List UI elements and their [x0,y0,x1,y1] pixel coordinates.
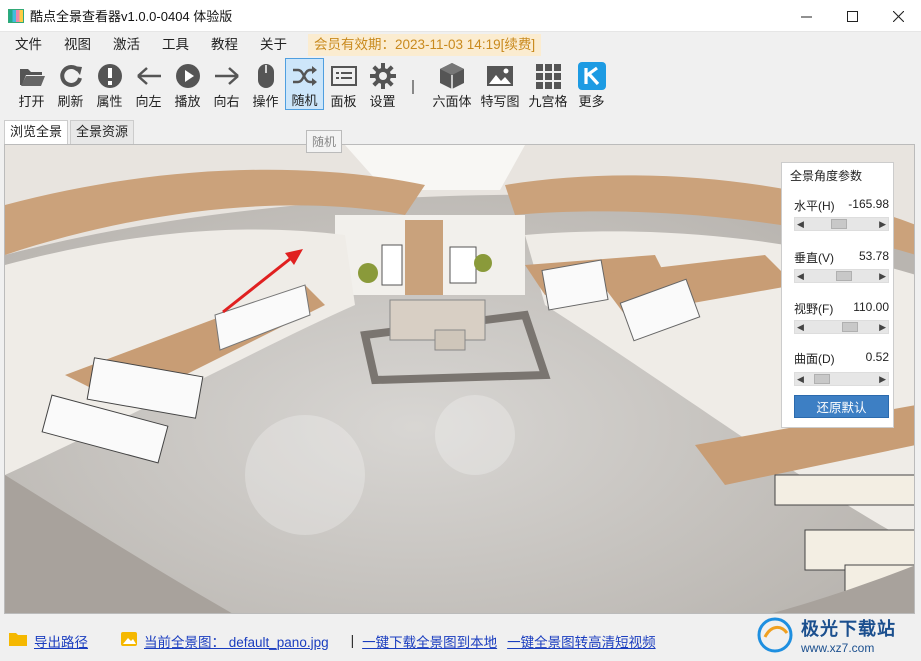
download-panorama-link[interactable]: 一键下载全景图到本地 [362,631,497,651]
window-controls [783,0,921,32]
param-label: 垂直(V) [794,251,834,265]
arrow-right-icon[interactable]: ▶ [879,270,886,283]
image-icon [120,631,138,650]
param-vertical: 垂直(V) 53.78 [794,249,889,266]
tooltip: 随机 [306,130,343,153]
horizontal-slider[interactable]: ◀ ▶ [794,217,889,231]
slider-thumb[interactable] [813,374,830,384]
minimize-icon[interactable] [783,0,829,32]
watermark: 极光下载站 www.xz7.com [755,612,915,658]
toolbar: 打开 刷新 属性 向左 播放 向右 操作 随机 面板 设置 六面体 特写图 九宫… [0,58,921,114]
menu-tutorial[interactable]: 教程 [200,32,249,58]
param-value: 53.78 [858,249,889,263]
more-button[interactable]: 更多 [572,58,611,110]
properties-button[interactable]: 属性 [90,58,129,110]
current-panorama-link[interactable]: 当前全景图： default_pano.jpg [144,631,329,651]
arrow-left-icon[interactable]: ◀ [797,321,804,334]
curve-slider[interactable]: ◀ ▶ [794,372,889,386]
arrow-left-icon[interactable]: ◀ [797,270,804,283]
menu-bar: 文件 视图 激活 工具 教程 关于 会员有效期：2023-11-03 14:19… [0,32,921,58]
play-button[interactable]: 播放 [168,58,207,110]
export-path-link[interactable]: 导出路径 [34,631,88,651]
gear-icon [369,61,397,90]
right-button[interactable]: 向右 [207,58,246,110]
shuffle-icon [292,62,318,89]
status-separator: | [350,633,355,648]
membership-badge[interactable]: 会员有效期：2023-11-03 14:19[续费] [308,34,542,56]
slider-thumb[interactable] [835,271,852,281]
window-title: 酷点全景查看器v1.0.0-0404 体验版 [30,9,233,24]
close-icon[interactable] [875,0,921,32]
watermark-logo-icon [757,617,793,653]
arrow-right-icon[interactable]: ▶ [879,373,886,386]
arrow-right-icon [214,61,240,90]
view-tabs: 浏览全景 全景资源 [4,120,136,144]
panorama-viewer[interactable] [4,144,915,614]
arrow-left-icon[interactable]: ◀ [797,373,804,386]
nine-grid-button[interactable]: 九宫格 [524,58,572,110]
settings-button[interactable]: 设置 [363,58,402,110]
arrow-left-icon [136,61,162,90]
mouse-icon [257,61,275,90]
open-button[interactable]: 打开 [12,58,51,110]
param-value: 0.52 [865,350,889,364]
folder-open-icon [18,61,46,90]
play-icon [175,61,201,90]
cube-icon [439,61,465,90]
slider-thumb[interactable] [842,322,859,332]
menu-view[interactable]: 视图 [53,32,102,58]
menu-about[interactable]: 关于 [249,32,298,58]
vertical-slider[interactable]: ◀ ▶ [794,269,889,283]
watermark-url: www.xz7.com [801,641,875,655]
left-button[interactable]: 向左 [129,58,168,110]
slider-thumb[interactable] [830,219,847,229]
menu-tools[interactable]: 工具 [151,32,200,58]
arrow-right-icon[interactable]: ▶ [879,321,886,334]
params-title: 全景角度参数 [790,169,863,183]
closeup-button[interactable]: 特写图 [476,58,524,110]
operate-button[interactable]: 操作 [246,58,285,110]
panorama-image [5,145,914,613]
refresh-button[interactable]: 刷新 [51,58,90,110]
menu-file[interactable]: 文件 [0,32,53,58]
tab-browse-panorama[interactable]: 浏览全景 [4,120,69,144]
toolbar-separator [412,80,414,94]
param-label: 曲面(D) [794,352,835,366]
refresh-icon [58,61,84,90]
random-button[interactable]: 随机 [285,58,324,110]
param-horizontal: 水平(H) -165.98 [794,197,889,214]
watermark-name: 极光下载站 [801,619,896,639]
image-icon [486,61,514,90]
tab-panorama-resources[interactable]: 全景资源 [70,120,135,144]
param-fov: 视野(F) 110.00 [794,300,889,317]
params-panel: 全景角度参数 水平(H) -165.98 ◀ ▶ 垂直(V) 53.78 ◀ ▶… [781,162,894,428]
param-value: 110.00 [853,300,889,314]
cube-button[interactable]: 六面体 [428,58,476,110]
title-bar: 酷点全景查看器v1.0.0-0404 体验版 [0,0,921,32]
param-label: 水平(H) [794,199,835,213]
arrow-left-icon[interactable]: ◀ [797,218,804,231]
folder-icon [8,631,28,650]
fov-slider[interactable]: ◀ ▶ [794,320,889,334]
panel-button[interactable]: 面板 [324,58,363,110]
param-label: 视野(F) [794,302,834,316]
param-value: -165.98 [848,197,889,211]
grid-icon [535,61,561,90]
reset-default-button[interactable]: 还原默认 [794,395,889,418]
arrow-right-icon[interactable]: ▶ [879,218,886,231]
convert-video-link[interactable]: 一键全景图转高清短视频 [507,631,656,651]
maximize-icon[interactable] [829,0,875,32]
info-icon [97,61,123,90]
panel-icon [330,61,357,90]
k-logo-icon [577,61,606,90]
menu-activate[interactable]: 激活 [102,32,151,58]
app-logo-icon [8,8,24,23]
param-curve: 曲面(D) 0.52 [794,350,889,367]
